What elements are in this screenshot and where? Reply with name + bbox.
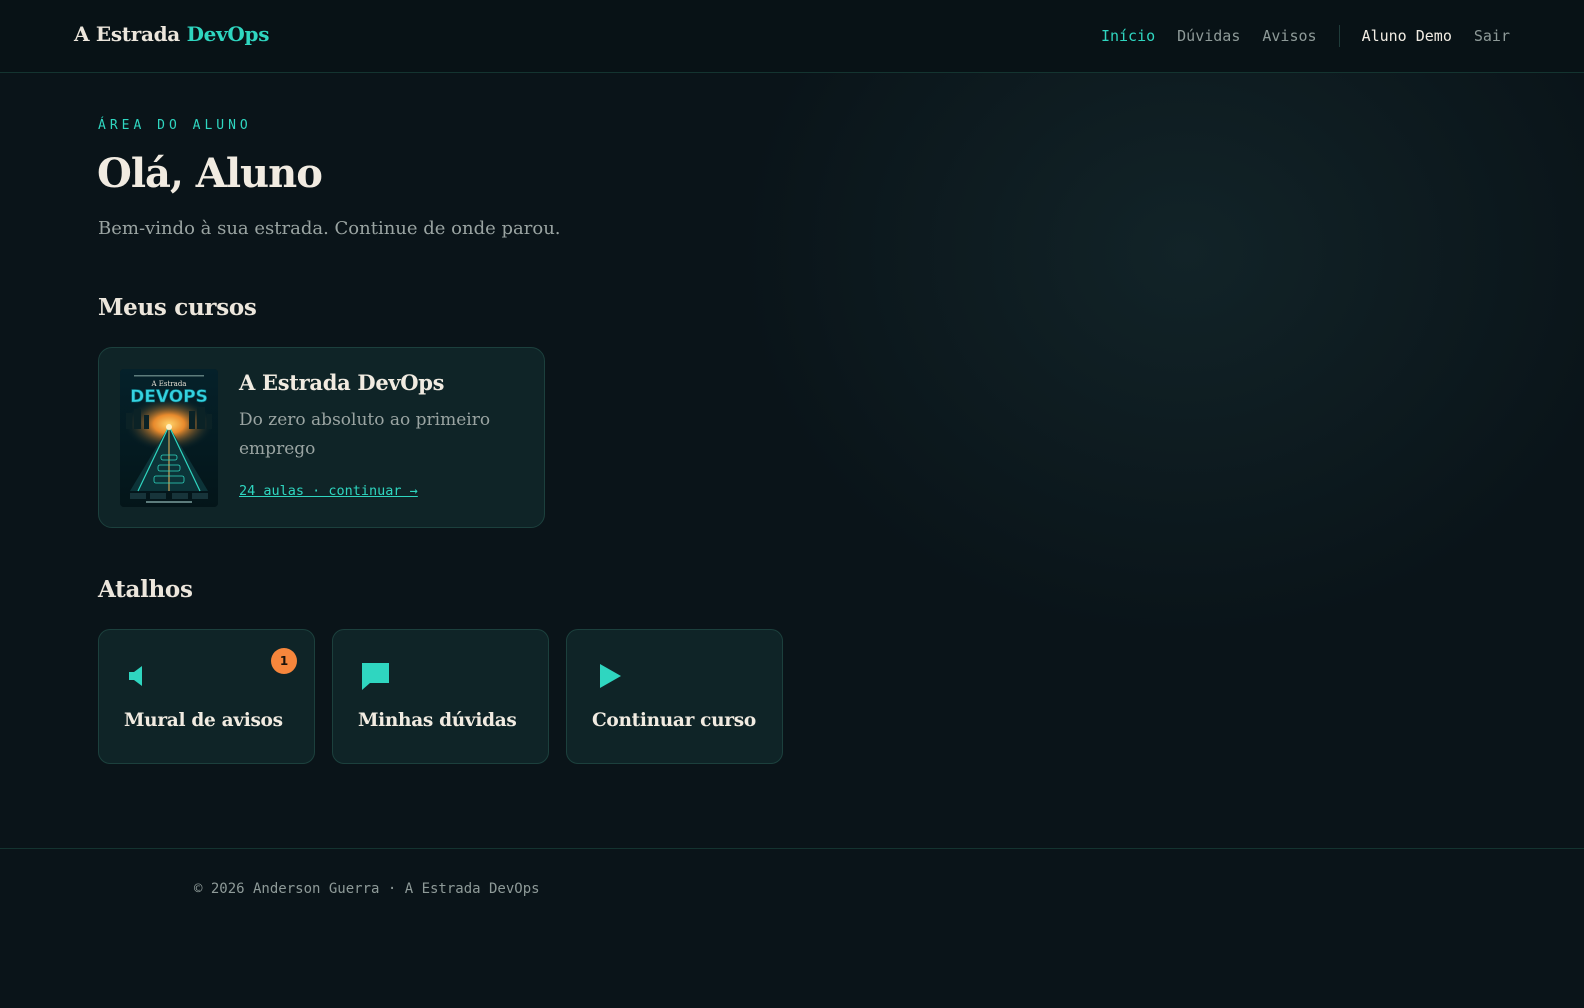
shortcut-mural-de-avisos[interactable]: 1 Mural de avisos <box>98 629 315 764</box>
user-name: Aluno Demo <box>1361 27 1452 45</box>
course-description: Do zero absoluto ao primeiro emprego <box>239 410 491 459</box>
shortcuts-section-title: Atalhos <box>98 576 193 603</box>
courses-section-title: Meus cursos <box>98 294 257 321</box>
cover-big-title: DEVOPS <box>130 387 208 407</box>
background-glow <box>700 72 1584 672</box>
nav-item-avisos[interactable]: Avisos <box>1262 27 1316 45</box>
shortcut-label: Minhas dúvidas <box>358 710 517 731</box>
chat-bubble-icon <box>362 663 389 690</box>
brand-logo[interactable]: A Estrada DevOps <box>74 22 270 46</box>
shortcut-minhas-duvidas[interactable]: Minhas dúvidas <box>332 629 549 764</box>
logout-link[interactable]: Sair <box>1474 27 1510 45</box>
play-icon <box>600 664 621 688</box>
footer-copyright: © 2026 Anderson Guerra · A Estrada DevOp… <box>194 881 540 897</box>
notification-badge: 1 <box>271 648 297 674</box>
page-eyebrow: ÁREA DO ALUNO <box>98 118 252 133</box>
nav-item-duvidas[interactable]: Dúvidas <box>1177 27 1240 45</box>
page-subtitle: Bem-vindo à sua estrada. Continue de ond… <box>98 218 561 239</box>
page-footer: © 2026 Anderson Guerra · A Estrada DevOp… <box>0 848 1584 1008</box>
book-cover-image: A Estrada DEVOPS <box>120 369 218 507</box>
course-title: A Estrada DevOps <box>239 370 445 395</box>
megaphone-icon <box>129 666 142 686</box>
shortcut-label: Continuar curso <box>592 710 756 731</box>
course-continue-link[interactable]: 24 aulas · continuar → <box>239 483 418 499</box>
nav-item-inicio[interactable]: Início <box>1101 27 1155 45</box>
top-header: A Estrada DevOps Início Dúvidas Avisos A… <box>0 0 1584 73</box>
shortcut-continuar-curso[interactable]: Continuar curso <box>566 629 783 764</box>
course-card[interactable]: A Estrada DEVOPS A Estrada DevOps Do zer… <box>98 347 545 528</box>
main-nav: Início Dúvidas Avisos Aluno Demo Sair <box>1079 0 1510 72</box>
nav-divider <box>1338 25 1340 47</box>
shortcut-label: Mural de avisos <box>124 710 283 731</box>
book-cover-art: A Estrada DEVOPS <box>120 369 218 507</box>
brand-accent-text: DevOps <box>186 22 270 46</box>
page-title: Olá, Aluno <box>97 150 323 197</box>
brand-text: A Estrada <box>74 22 180 46</box>
